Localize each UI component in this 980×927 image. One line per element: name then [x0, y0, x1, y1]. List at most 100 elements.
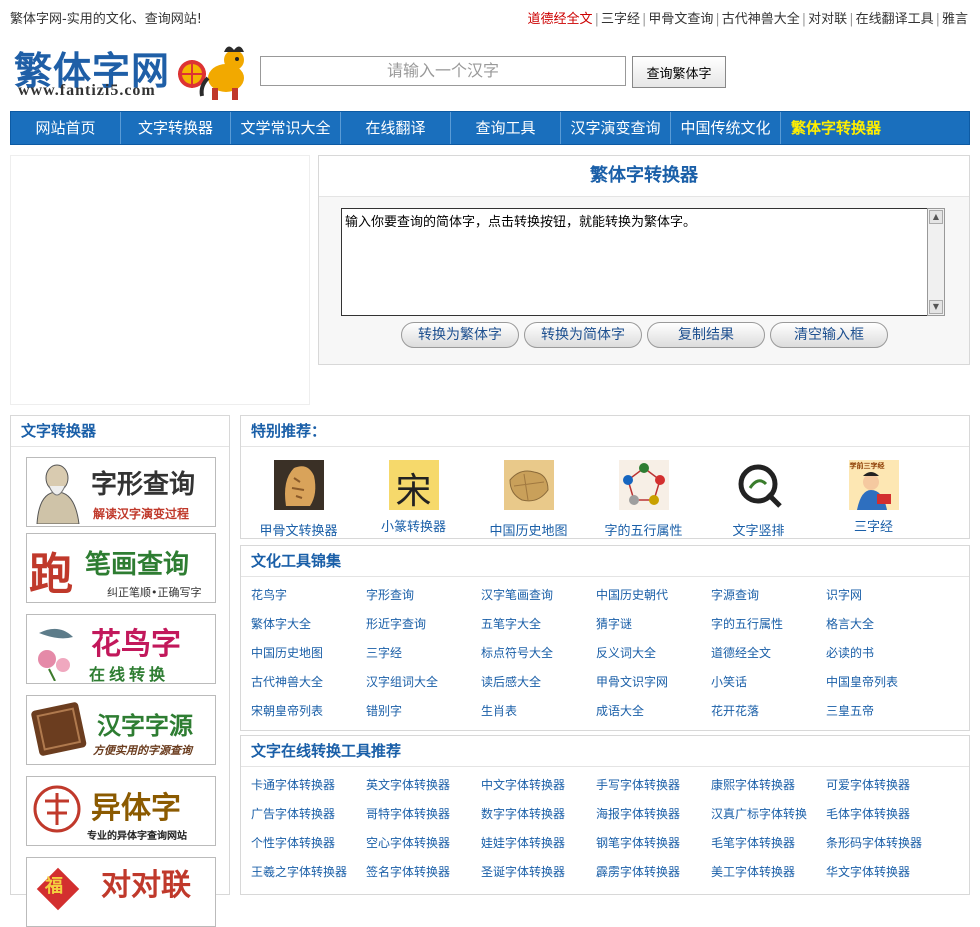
sidebar: 文字转换器 字形查询 解读汉字演变过程 跑 笔画查询 纠正笔顺•正确写字 花鸟字…: [10, 415, 230, 927]
nav-query-tools[interactable]: 查询工具: [451, 112, 561, 144]
font-tool-link[interactable]: 手写字体转换器: [596, 776, 711, 805]
font-tool-link[interactable]: 哥特字体转换器: [366, 805, 481, 834]
font-tool-link[interactable]: 华文字体转换器: [826, 863, 941, 892]
tool-link[interactable]: 古代神兽大全: [251, 673, 366, 702]
tool-link[interactable]: 形近字查询: [366, 615, 481, 644]
tool-link[interactable]: 三皇五帝: [826, 702, 941, 731]
featured-item[interactable]: 甲骨文转换器: [241, 460, 356, 539]
tool-link[interactable]: 识字网: [826, 586, 941, 615]
clear-input-button[interactable]: 清空输入框: [770, 322, 888, 348]
font-tool-link[interactable]: 签名字体转换器: [366, 863, 481, 892]
tool-link[interactable]: 三字经: [366, 644, 481, 673]
site-logo[interactable]: 繁体字网 www.fantizi5.com: [14, 38, 254, 104]
featured-item[interactable]: 文字竖排: [701, 460, 816, 539]
banner-char-origin[interactable]: 汉字字源 方便实用的字源查询: [26, 695, 216, 765]
featured-item[interactable]: 学前三字经 三字经: [816, 460, 931, 539]
featured-label: 中国历史地图: [489, 524, 568, 539]
font-tool-link[interactable]: 空心字体转换器: [366, 834, 481, 863]
font-tool-link[interactable]: 可爱字体转换器: [826, 776, 941, 805]
font-tool-link[interactable]: 圣诞字体转换器: [481, 863, 596, 892]
font-tool-link[interactable]: 条形码字体转换器: [826, 834, 941, 863]
font-tool-link[interactable]: 美工字体转换器: [711, 863, 826, 892]
tool-link[interactable]: 错别字: [366, 702, 481, 731]
link-row: 个性字体转换器 空心字体转换器 娃娃字体转换器 钢笔字体转换器 毛笔字体转换器 …: [251, 834, 971, 863]
tool-link[interactable]: 格言大全: [826, 615, 941, 644]
tool-link[interactable]: 中国皇帝列表: [826, 673, 941, 702]
featured-item[interactable]: 中国历史地图: [471, 460, 586, 539]
scroll-down-icon[interactable]: ▼: [929, 300, 943, 314]
top-link-ancient-beasts[interactable]: 古代神兽大全: [720, 12, 802, 27]
nav-translate[interactable]: 在线翻译: [341, 112, 451, 144]
banner-variant-char[interactable]: 异体字 专业的异体字查询网站: [26, 776, 216, 846]
font-tool-link[interactable]: 娃娃字体转换器: [481, 834, 596, 863]
font-tool-link[interactable]: 毛笔字体转换器: [711, 834, 826, 863]
font-tool-link[interactable]: 数字字体转换器: [481, 805, 596, 834]
top-link-daodejing[interactable]: 道德经全文: [526, 12, 595, 27]
tool-link[interactable]: 花鸟字: [251, 586, 366, 615]
tool-link[interactable]: 猜字谜: [596, 615, 711, 644]
link-row: 繁体字大全 形近字查询 五笔字大全 猜字谜 字的五行属性 格言大全: [251, 615, 971, 644]
font-tool-link[interactable]: 霹雳字体转换器: [596, 863, 711, 892]
to-simplified-button[interactable]: 转换为简体字: [524, 322, 642, 348]
tool-link[interactable]: 汉字组词大全: [366, 673, 481, 702]
tool-link[interactable]: 成语大全: [596, 702, 711, 731]
nav-text-converter[interactable]: 文字转换器: [121, 112, 231, 144]
font-tool-link[interactable]: 个性字体转换器: [251, 834, 366, 863]
tool-link[interactable]: 标点符号大全: [481, 644, 596, 673]
site-tagline: 繁体字网-实用的文化、查询网站!: [10, 12, 202, 27]
tool-link[interactable]: 甲骨文识字网: [596, 673, 711, 702]
banner-couplets[interactable]: 福 对对联: [26, 857, 216, 927]
tool-link[interactable]: 中国历史朝代: [596, 586, 711, 615]
banner-glyph-query[interactable]: 字形查询 解读汉字演变过程: [26, 457, 216, 527]
font-tool-link[interactable]: 康熙字体转换器: [711, 776, 826, 805]
tool-link[interactable]: 反义词大全: [596, 644, 711, 673]
top-strip: 繁体字网-实用的文化、查询网站! 道德经全文 | 三字经 | 甲骨文查询 | 古代神兽大全 |…: [0, 0, 980, 30]
nav-home[interactable]: 网站首页: [11, 112, 121, 144]
tool-link[interactable]: 字形查询: [366, 586, 481, 615]
top-link-oracle-query[interactable]: 甲骨文查询: [646, 12, 715, 27]
banner-flower-bird[interactable]: 花鸟字 在线转换: [26, 614, 216, 684]
tool-link[interactable]: 必读的书: [826, 644, 941, 673]
font-tool-link[interactable]: 卡通字体转换器: [251, 776, 366, 805]
font-tool-link[interactable]: 毛体字体转换器: [826, 805, 941, 834]
search-input[interactable]: 请输入一个汉字: [260, 56, 626, 86]
nav-traditional-converter[interactable]: 繁体字转换器: [781, 112, 891, 144]
search-button[interactable]: 查询繁体字: [632, 56, 726, 88]
top-link-yayan[interactable]: 雅言: [940, 12, 970, 27]
featured-item[interactable]: 宋 小篆转换器: [356, 460, 471, 539]
top-link-sanzijing[interactable]: 三字经: [599, 12, 642, 27]
top-link-couplets[interactable]: 对对联: [806, 12, 849, 27]
tool-link[interactable]: 读后感大全: [481, 673, 596, 702]
copy-result-button[interactable]: 复制结果: [647, 322, 765, 348]
banner-title: 汉字字源: [97, 711, 193, 740]
tool-link[interactable]: 字的五行属性: [711, 615, 826, 644]
font-tool-link[interactable]: 广告字体转换器: [251, 805, 366, 834]
top-link-translate[interactable]: 在线翻译工具: [854, 12, 936, 27]
font-tool-link[interactable]: 汉真广标字体转换: [711, 805, 826, 834]
tool-link[interactable]: 花开花落: [711, 702, 826, 731]
tool-link[interactable]: 宋朝皇帝列表: [251, 702, 366, 731]
font-tool-link[interactable]: 王羲之字体转换器: [251, 863, 366, 892]
tool-link[interactable]: 中国历史地图: [251, 644, 366, 673]
font-tool-link[interactable]: 英文字体转换器: [366, 776, 481, 805]
font-tool-link[interactable]: 钢笔字体转换器: [596, 834, 711, 863]
tool-link[interactable]: 五笔字大全: [481, 615, 596, 644]
tool-link[interactable]: 繁体字大全: [251, 615, 366, 644]
converter-textarea[interactable]: 输入你要查询的简体字，点击转换按钮，就能转换为繁体字。: [341, 208, 945, 316]
featured-label: 字的五行属性: [604, 524, 683, 539]
font-tool-link[interactable]: 海报字体转换器: [596, 805, 711, 834]
banner-stroke-query[interactable]: 跑 笔画查询 纠正笔顺•正确写字: [26, 533, 216, 603]
tool-link[interactable]: 汉字笔画查询: [481, 586, 596, 615]
tool-link[interactable]: 字源查询: [711, 586, 826, 615]
to-traditional-button[interactable]: 转换为繁体字: [401, 322, 519, 348]
featured-item[interactable]: 字的五行属性: [586, 460, 701, 539]
font-tool-link[interactable]: 中文字体转换器: [481, 776, 596, 805]
nav-traditional-culture[interactable]: 中国传统文化: [671, 112, 781, 144]
nav-char-evolution[interactable]: 汉字演变查询: [561, 112, 671, 144]
tool-link[interactable]: 道德经全文: [711, 644, 826, 673]
tool-link[interactable]: 生肖表: [481, 702, 596, 731]
textarea-scrollbar[interactable]: ▲ ▼: [927, 208, 945, 316]
nav-literature[interactable]: 文学常识大全: [231, 112, 341, 144]
scroll-up-icon[interactable]: ▲: [929, 210, 943, 224]
tool-link[interactable]: 小笑话: [711, 673, 826, 702]
